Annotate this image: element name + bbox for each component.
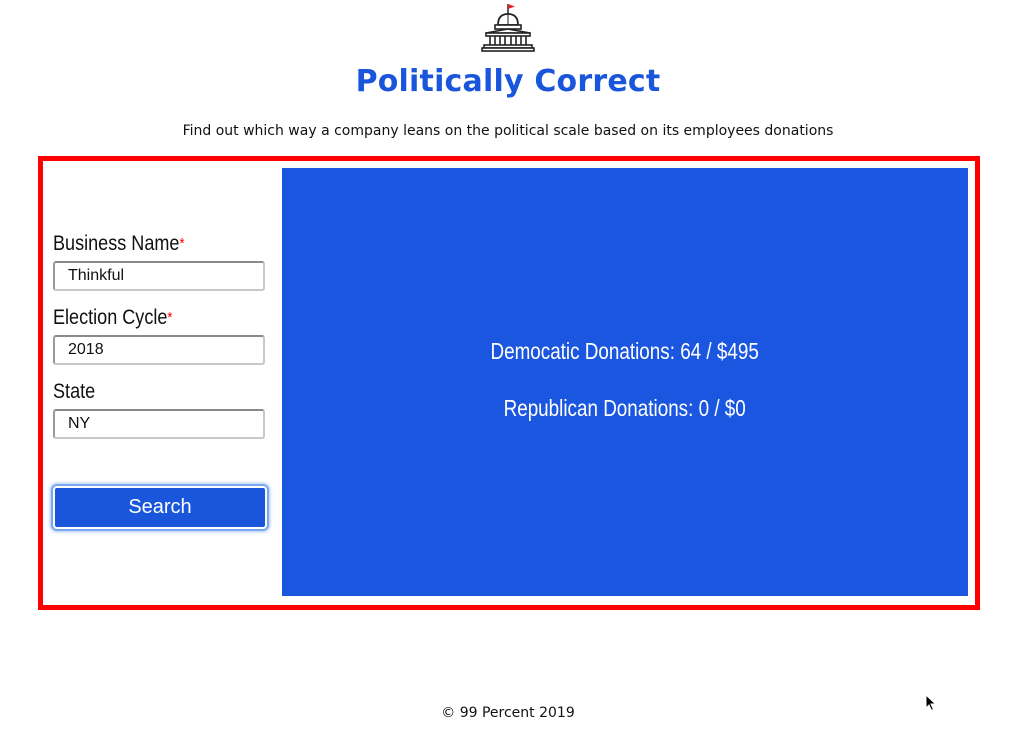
election-cycle-label-text: Election Cycle	[53, 306, 168, 329]
republican-donations-text: Republican Donations: 0 / $0	[282, 395, 968, 422]
republican-donations-value: Republican Donations: 0 / $0	[503, 395, 747, 421]
results-panel: Democatic Donations: 64 / $495 Republica…	[282, 168, 968, 596]
democratic-donations-text: Democatic Donations: 64 / $495	[282, 338, 968, 365]
capitol-building-icon	[481, 4, 535, 52]
election-cycle-label: Election Cycle*	[53, 305, 242, 331]
search-form: Business Name* Election Cycle* State	[53, 231, 273, 453]
state-label: State	[53, 379, 242, 405]
page-title: Politically Correct	[355, 64, 661, 99]
business-name-input[interactable]	[53, 261, 265, 291]
mouse-pointer-icon	[925, 694, 937, 712]
search-container: Business Name* Election Cycle* State Sea…	[38, 156, 980, 610]
footer-copyright: © 99 Percent 2019	[441, 705, 575, 721]
page: Politically Correct Find out which way a…	[0, 0, 1016, 755]
page-subtitle: Find out which way a company leans on th…	[182, 123, 834, 139]
search-button[interactable]: Search	[53, 486, 267, 529]
election-cycle-input[interactable]	[53, 335, 265, 365]
required-marker: *	[179, 235, 185, 252]
state-input[interactable]	[53, 409, 265, 439]
business-name-label-text: Business Name	[53, 232, 180, 255]
democratic-donations-value: Democatic Donations: 64 / $495	[490, 338, 760, 364]
required-marker: *	[167, 309, 173, 326]
state-label-text: State	[53, 380, 96, 403]
business-name-label: Business Name*	[53, 231, 242, 257]
